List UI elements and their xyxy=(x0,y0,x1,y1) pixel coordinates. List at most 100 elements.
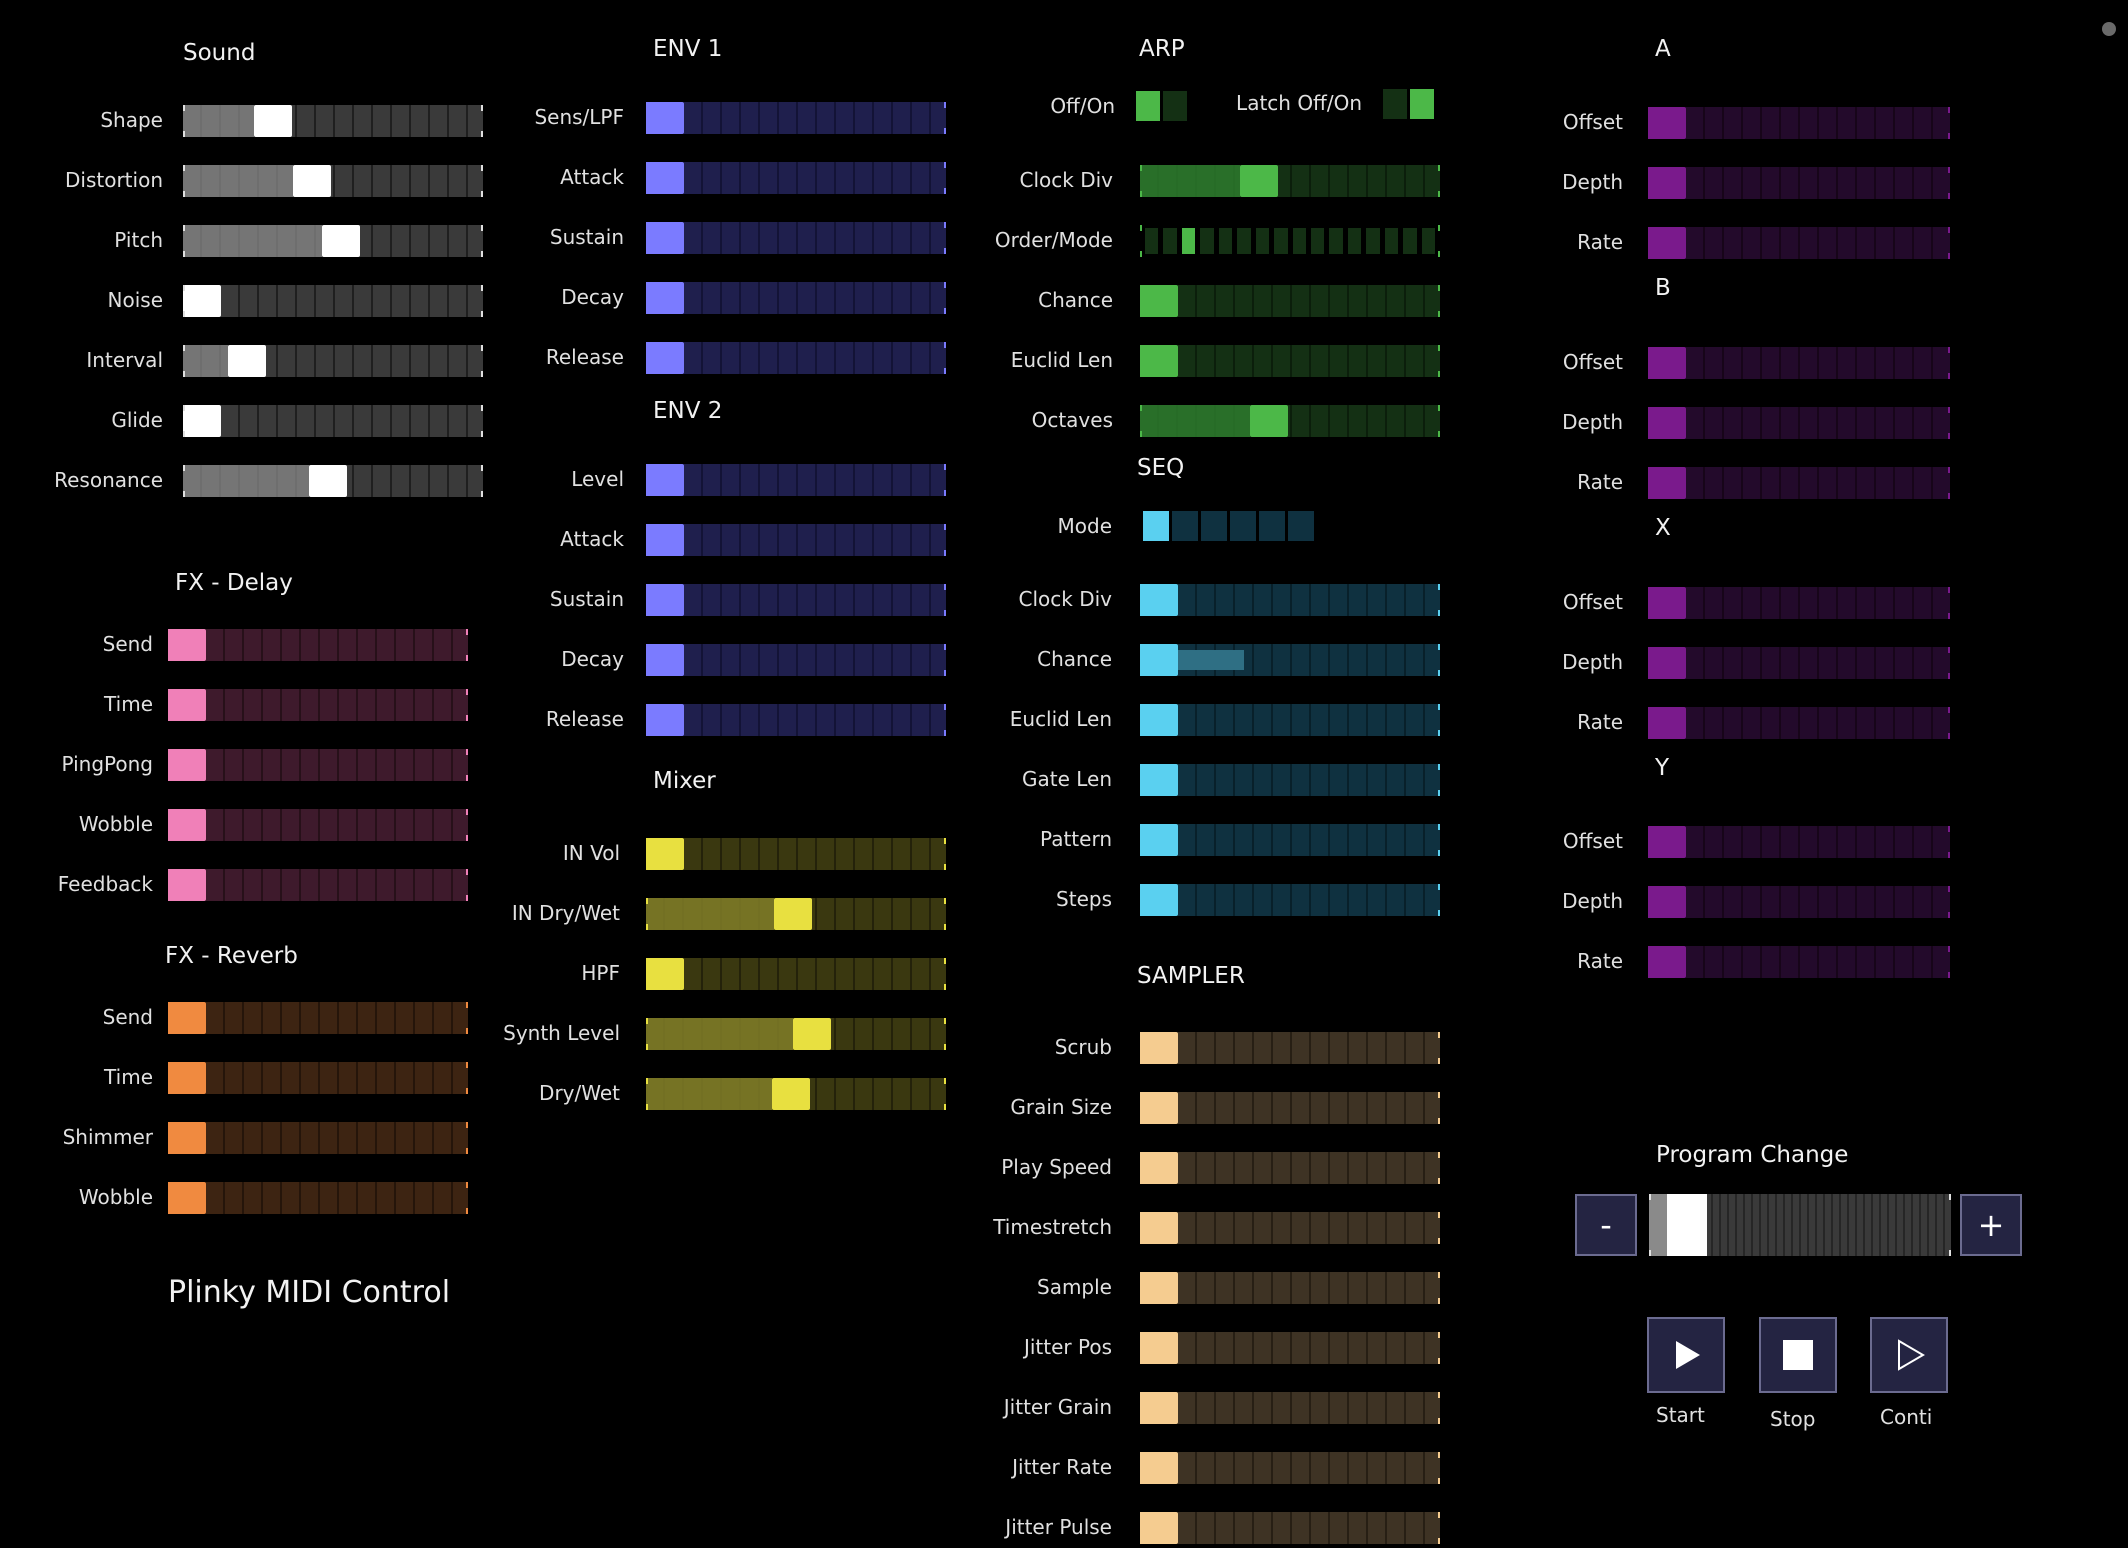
sampler-slider-3[interactable] xyxy=(1140,1212,1440,1244)
mixer-slider-2[interactable] xyxy=(646,958,946,990)
step-cell[interactable] xyxy=(1163,228,1177,254)
slider-thumb[interactable] xyxy=(1648,886,1686,918)
sampler-slider-0[interactable] xyxy=(1140,1032,1440,1064)
seq-mode-cell[interactable] xyxy=(1172,511,1198,541)
slider-thumb[interactable] xyxy=(168,629,206,661)
slider-thumb[interactable] xyxy=(1667,1194,1707,1256)
mod-y-slider-2[interactable] xyxy=(1648,946,1950,978)
slider-thumb[interactable] xyxy=(1648,467,1686,499)
mod-y-slider-1[interactable] xyxy=(1648,886,1950,918)
mod-b-slider-2[interactable] xyxy=(1648,467,1950,499)
slider-thumb[interactable] xyxy=(646,282,684,314)
slider-thumb[interactable] xyxy=(1140,1392,1178,1424)
slider-thumb[interactable] xyxy=(1140,704,1178,736)
seq-mode-cell[interactable] xyxy=(1230,511,1256,541)
mod-a-slider-1[interactable] xyxy=(1648,167,1950,199)
slider-thumb[interactable] xyxy=(1648,227,1686,259)
step-cell[interactable] xyxy=(1145,228,1159,254)
slider-thumb[interactable] xyxy=(1250,405,1288,437)
env2-slider-0[interactable] xyxy=(646,464,946,496)
slider-thumb[interactable] xyxy=(168,1062,206,1094)
slider-thumb[interactable] xyxy=(646,838,684,870)
slider-thumb[interactable] xyxy=(168,809,206,841)
mod-x-slider-1[interactable] xyxy=(1648,647,1950,679)
program-change-slider[interactable] xyxy=(1649,1194,1951,1256)
env2-slider-1[interactable] xyxy=(646,524,946,556)
seq-slider-3[interactable] xyxy=(1140,764,1440,796)
sampler-slider-2[interactable] xyxy=(1140,1152,1440,1184)
sampler-slider-1[interactable] xyxy=(1140,1092,1440,1124)
slider-thumb[interactable] xyxy=(1648,407,1686,439)
slider-thumb[interactable] xyxy=(772,1078,810,1110)
slider-thumb[interactable] xyxy=(168,1122,206,1154)
step-cell[interactable] xyxy=(1255,228,1270,254)
step-cell[interactable] xyxy=(1310,228,1325,254)
slider-thumb[interactable] xyxy=(1648,107,1686,139)
slider-thumb[interactable] xyxy=(1140,644,1178,676)
seq-mode-selector[interactable] xyxy=(1143,511,1319,541)
start-button[interactable] xyxy=(1647,1317,1725,1393)
slider-thumb[interactable] xyxy=(168,869,206,901)
slider-thumb[interactable] xyxy=(646,644,684,676)
slider-thumb[interactable] xyxy=(646,222,684,254)
slider-thumb[interactable] xyxy=(646,584,684,616)
step-cell[interactable] xyxy=(1347,228,1362,254)
fx-delay-slider-3[interactable] xyxy=(168,809,468,841)
slider-thumb[interactable] xyxy=(1140,345,1178,377)
sampler-slider-8[interactable] xyxy=(1140,1512,1440,1544)
env1-slider-0[interactable] xyxy=(646,102,946,134)
sound-slider-5[interactable] xyxy=(183,405,483,437)
slider-thumb[interactable] xyxy=(168,1182,206,1214)
program-minus-button[interactable]: - xyxy=(1575,1194,1637,1256)
slider-thumb[interactable] xyxy=(646,464,684,496)
slider-thumb[interactable] xyxy=(1648,826,1686,858)
mod-b-slider-0[interactable] xyxy=(1648,347,1950,379)
slider-thumb[interactable] xyxy=(168,689,206,721)
slider-thumb[interactable] xyxy=(1140,1212,1178,1244)
continue-button[interactable] xyxy=(1870,1317,1948,1393)
mod-a-slider-0[interactable] xyxy=(1648,107,1950,139)
slider-thumb[interactable] xyxy=(293,165,331,197)
fx-reverb-slider-2[interactable] xyxy=(168,1122,468,1154)
slider-thumb[interactable] xyxy=(309,465,347,497)
slider-thumb[interactable] xyxy=(1140,1332,1178,1364)
step-cell[interactable] xyxy=(1218,228,1233,254)
step-cell[interactable] xyxy=(1181,228,1196,254)
slider-thumb[interactable] xyxy=(183,285,221,317)
program-plus-button[interactable]: + xyxy=(1960,1194,2022,1256)
slider-thumb[interactable] xyxy=(646,342,684,374)
slider-thumb[interactable] xyxy=(1648,707,1686,739)
fx-delay-slider-2[interactable] xyxy=(168,749,468,781)
slider-thumb[interactable] xyxy=(1140,285,1178,317)
step-cell[interactable] xyxy=(1329,228,1343,254)
slider-thumb[interactable] xyxy=(1648,647,1686,679)
slider-thumb[interactable] xyxy=(793,1018,831,1050)
slider-thumb[interactable] xyxy=(646,704,684,736)
slider-thumb[interactable] xyxy=(1648,347,1686,379)
slider-thumb[interactable] xyxy=(1140,1452,1178,1484)
slider-thumb[interactable] xyxy=(1140,884,1178,916)
mod-a-slider-2[interactable] xyxy=(1648,227,1950,259)
slider-thumb[interactable] xyxy=(1140,584,1178,616)
seq-mode-cell[interactable] xyxy=(1288,511,1314,541)
arp-slider-2[interactable] xyxy=(1140,285,1440,317)
seq-mode-cell[interactable] xyxy=(1201,511,1227,541)
sampler-slider-5[interactable] xyxy=(1140,1332,1440,1364)
seq-mode-cell[interactable] xyxy=(1143,511,1169,541)
mod-x-slider-2[interactable] xyxy=(1648,707,1950,739)
step-cell[interactable] xyxy=(1274,228,1288,254)
mod-y-slider-0[interactable] xyxy=(1648,826,1950,858)
slider-thumb[interactable] xyxy=(228,345,266,377)
slider-thumb[interactable] xyxy=(322,225,360,257)
slider-thumb[interactable] xyxy=(168,1002,206,1034)
slider-thumb[interactable] xyxy=(1140,1152,1178,1184)
slider-thumb[interactable] xyxy=(646,524,684,556)
slider-thumb[interactable] xyxy=(254,105,292,137)
slider-thumb[interactable] xyxy=(1140,1092,1178,1124)
stop-button[interactable] xyxy=(1759,1317,1837,1393)
slider-thumb[interactable] xyxy=(1648,167,1686,199)
step-cell[interactable] xyxy=(1292,228,1306,254)
slider-thumb[interactable] xyxy=(1140,1272,1178,1304)
fx-reverb-slider-3[interactable] xyxy=(168,1182,468,1214)
sampler-slider-6[interactable] xyxy=(1140,1392,1440,1424)
